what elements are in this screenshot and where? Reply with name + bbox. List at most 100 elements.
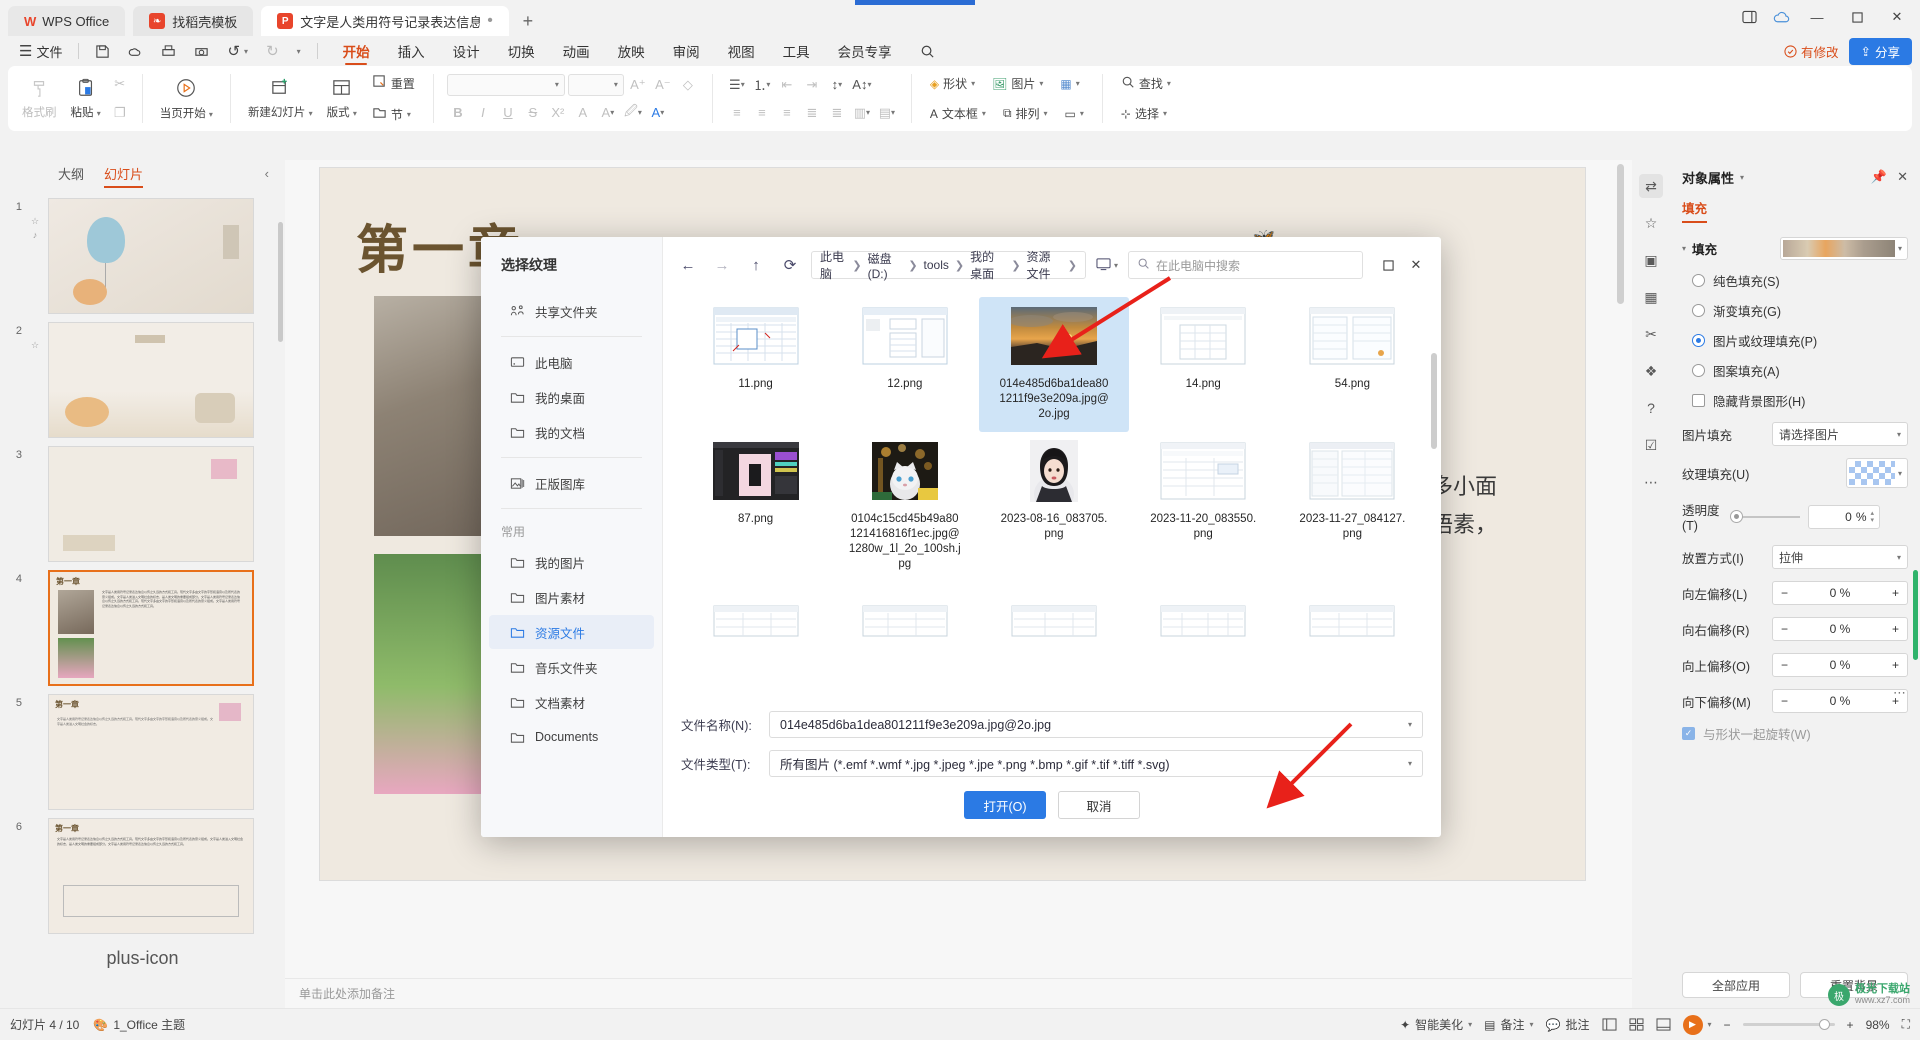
columns-button[interactable]: ▥ ▾ <box>851 102 873 124</box>
cancel-button[interactable]: 取消 <box>1058 791 1140 819</box>
breadcrumb-item-this-pc[interactable]: 此电脑 <box>820 248 846 282</box>
breadcrumb-item-my-desktop[interactable]: 我的桌面 <box>970 248 1005 282</box>
chevron-down-icon[interactable]: ▾ <box>1114 261 1118 270</box>
print-button[interactable] <box>152 37 185 65</box>
sidebar-item-document-material[interactable]: 文档素材 <box>489 685 654 719</box>
arrange-button[interactable]: ⧉ 排列 ▾ <box>996 102 1055 125</box>
chevron-down-icon[interactable]: ▾ <box>1468 1020 1472 1029</box>
placement-select[interactable]: 拉伸 ▾ <box>1772 545 1908 569</box>
cloud-save-button[interactable] <box>119 37 152 65</box>
sidebar-item-my-pictures[interactable]: 我的图片 <box>489 545 654 579</box>
print-preview-button[interactable] <box>185 37 218 65</box>
sidebar-item-documents[interactable]: Documents <box>489 720 654 754</box>
scrollbar-thumb[interactable] <box>1617 164 1624 304</box>
offset-right-stepper[interactable]: − 0 % + <box>1772 617 1908 641</box>
ribbon-tab-member[interactable]: 会员专享 <box>824 36 906 66</box>
align-left-button[interactable]: ≡ <box>726 102 748 124</box>
chevron-down-icon[interactable]: ▾ <box>244 47 248 56</box>
align-justify-button[interactable]: ≣ <box>801 102 823 124</box>
slide-preview[interactable]: 第一章 文字是人类用符号记录表达信息以传之久远的方式和工具。现代文字多由文字的字… <box>48 570 254 686</box>
radio-icon[interactable] <box>1692 364 1705 377</box>
slide-preview[interactable]: 第一章 文字是人类用符号记录表达信息以传之久远的方式和工具。现代文字多由文字的字… <box>48 818 254 934</box>
ribbon-tab-view[interactable]: 视图 <box>714 36 769 66</box>
font-color-button[interactable]: A ▾ <box>597 102 619 124</box>
close-icon[interactable]: ✕ <box>1897 169 1908 185</box>
file-grid-area[interactable]: 11.png 12.png 014e485d6ba1dea801211f9e3e… <box>663 293 1441 701</box>
transparency-input[interactable]: 0 % ▴ ▾ <box>1808 504 1880 529</box>
ribbon-tab-review[interactable]: 审阅 <box>659 36 714 66</box>
align-distribute-button[interactable]: ≣ <box>826 102 848 124</box>
chevron-down-icon[interactable]: ▾ <box>1530 1020 1534 1029</box>
slide-thumbnail-item[interactable]: 6 第一章 文字是人类用符号记录表达信息以传之久远的方式和工具。现代文字多由文字… <box>0 814 285 938</box>
forward-button[interactable]: → <box>709 252 735 278</box>
tab-close-dot-icon[interactable]: • <box>487 13 493 29</box>
ribbon-tab-slideshow[interactable]: 放映 <box>604 36 659 66</box>
filename-input[interactable]: 014e485d6ba1dea801211f9e3e209a.jpg@2o.jp… <box>769 711 1423 738</box>
zoom-out-button[interactable]: − <box>1724 1018 1731 1032</box>
slide-preview[interactable] <box>48 198 254 314</box>
align-right-button[interactable]: ≡ <box>776 102 798 124</box>
clear-formatting-button[interactable]: ◇ <box>677 74 699 96</box>
ribbon-tab-transition[interactable]: 切换 <box>494 36 549 66</box>
file-list-scrollbar[interactable] <box>1431 353 1437 449</box>
back-button[interactable]: ← <box>675 252 701 278</box>
zoom-slider[interactable] <box>1742 1019 1835 1030</box>
view-normal-button[interactable] <box>1602 1018 1617 1031</box>
file-item[interactable]: 2023-11-20_083550.png <box>1129 432 1278 582</box>
zoom-in-button[interactable]: + <box>1847 1018 1854 1032</box>
increase-font-size-button[interactable]: A⁺ <box>627 74 649 96</box>
slider-handle[interactable] <box>1818 1019 1830 1030</box>
new-tab-button[interactable]: + <box>515 8 541 34</box>
file-item[interactable]: 54.png <box>1278 297 1427 432</box>
chevron-down-icon[interactable]: ▾ <box>1897 430 1901 439</box>
slide-thumbnail-item[interactable]: 1 ☆ ♪ <box>0 194 285 318</box>
picture-fill-select[interactable]: 请选择图片 ▾ <box>1772 422 1908 446</box>
ribbon-tab-design[interactable]: 设计 <box>439 36 494 66</box>
panel-toggle-icon[interactable]: ⇄ <box>1639 174 1663 198</box>
tab-daoke-template[interactable]: ❧ 找稻壳模板 <box>133 6 254 36</box>
breadcrumb[interactable]: 此电脑 ❯ 磁盘 (D:) ❯ tools ❯ 我的桌面 ❯ 资源文件 ❯ <box>811 248 1086 282</box>
texture-fill-select[interactable]: ▾ <box>1846 458 1908 488</box>
share-button[interactable]: ⇪ 分享 <box>1848 38 1912 65</box>
more-dots-icon[interactable]: ⋯ <box>1893 685 1906 701</box>
file-item[interactable] <box>1129 582 1278 701</box>
properties-scrollbar[interactable] <box>1913 570 1918 660</box>
quickstyle-button[interactable]: ▭ ▾ <box>1058 104 1091 124</box>
fill-option-solid[interactable]: 纯色填充(S) <box>1682 271 1908 290</box>
dialog-maximize-button[interactable] <box>1375 252 1401 278</box>
fill-option-pattern[interactable]: 图案填充(A) <box>1682 361 1908 380</box>
star-icon[interactable]: ☆ <box>1639 211 1663 235</box>
fill-option-picture-texture[interactable]: 图片或纹理填充(P) <box>1682 331 1908 350</box>
slide-thumbnail-item[interactable]: 2 ☆ <box>0 318 285 442</box>
superscript-button[interactable]: X² <box>547 102 569 124</box>
decrement-icon[interactable]: − <box>1781 694 1788 708</box>
select-button[interactable]: ⊹ 选择 ▾ <box>1114 102 1178 125</box>
file-item[interactable]: 11.png <box>681 297 830 432</box>
file-item[interactable] <box>1278 582 1427 701</box>
sidebar-item-my-documents[interactable]: 我的文档 <box>489 415 654 449</box>
sidebar-item-my-desktop[interactable]: 我的桌面 <box>489 380 654 414</box>
chevron-down-icon[interactable]: ▾ <box>1898 469 1902 478</box>
fill-preview-select[interactable]: ▾ <box>1780 237 1908 260</box>
customize-qat-button[interactable]: ▾ <box>288 37 310 65</box>
chevron-down-icon[interactable]: ▾ <box>309 109 313 118</box>
ribbon-tab-animation[interactable]: 动画 <box>549 36 604 66</box>
zoom-level[interactable]: 98% <box>1866 1018 1890 1032</box>
chevron-down-icon[interactable]: ▾ <box>97 109 101 118</box>
increase-indent-button[interactable]: ⇥ <box>801 74 823 96</box>
sidebar-item-this-pc[interactable]: 此电脑 <box>489 345 654 379</box>
ribbon-tab-home[interactable]: 开始 <box>329 36 384 66</box>
chevron-down-icon[interactable]: ▾ <box>1898 244 1902 253</box>
editor-vertical-scrollbar[interactable] <box>1616 160 1626 978</box>
slide-preview[interactable]: 第一章 文字是人类用符号记录表达信息以传之久远的方式和工具。现代文字多由文字的字… <box>48 694 254 810</box>
sidebar-item-resource-files[interactable]: 资源文件 <box>489 615 654 649</box>
decrease-indent-button[interactable]: ⇤ <box>776 74 798 96</box>
strikethrough-button[interactable]: S <box>522 102 544 124</box>
start-from-current-button[interactable]: 当页开始 ▾ <box>154 74 219 124</box>
up-button[interactable]: ↑ <box>743 252 769 278</box>
section-tab-fill[interactable]: 填充 <box>1682 198 1708 223</box>
slider-handle[interactable] <box>1730 509 1743 523</box>
text-direction-button[interactable]: A↕ ▾ <box>851 74 873 96</box>
file-item[interactable]: 2023-08-16_083705.png <box>979 432 1128 582</box>
file-item[interactable] <box>830 582 979 701</box>
